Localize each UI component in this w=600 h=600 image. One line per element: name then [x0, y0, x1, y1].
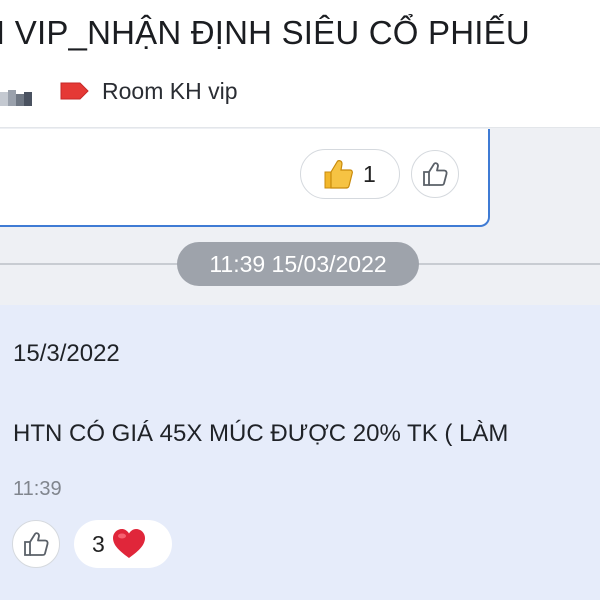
message-date-line: 15/3/2022 — [13, 340, 120, 367]
heart-emoji — [112, 529, 145, 558]
react-button[interactable] — [12, 520, 60, 568]
heart-reaction-count: 3 — [92, 530, 105, 557]
thumbs-up-emoji — [324, 160, 353, 189]
chat-header: I VIP_NHẬN ĐỊNH SIÊU CỔ PHIẾU Room KH vi… — [0, 0, 600, 128]
time-separator: 11:39 15/03/2022 — [177, 242, 419, 286]
like-reaction-pill[interactable]: 1 — [300, 149, 400, 199]
message-time: 11:39 — [13, 478, 62, 500]
message-body: HTN CÓ GIÁ 45X MÚC ĐƯỢC 20% TK ( LÀM — [13, 420, 509, 447]
like-reaction-count: 1 — [363, 160, 376, 187]
room-label[interactable]: Room KH vip — [102, 78, 237, 105]
thumbs-up-outline-icon — [24, 532, 49, 556]
react-button[interactable] — [411, 150, 459, 198]
chat-title: I VIP_NHẬN ĐỊNH SIÊU CỔ PHIẾU — [0, 14, 530, 51]
label-tag-icon — [60, 82, 89, 100]
member-avatar[interactable] — [0, 76, 34, 106]
chat-subtitle-row: Room KH vip — [0, 74, 237, 108]
heart-reaction-pill[interactable]: 3 — [74, 520, 172, 568]
thumbs-up-outline-icon — [423, 162, 448, 186]
